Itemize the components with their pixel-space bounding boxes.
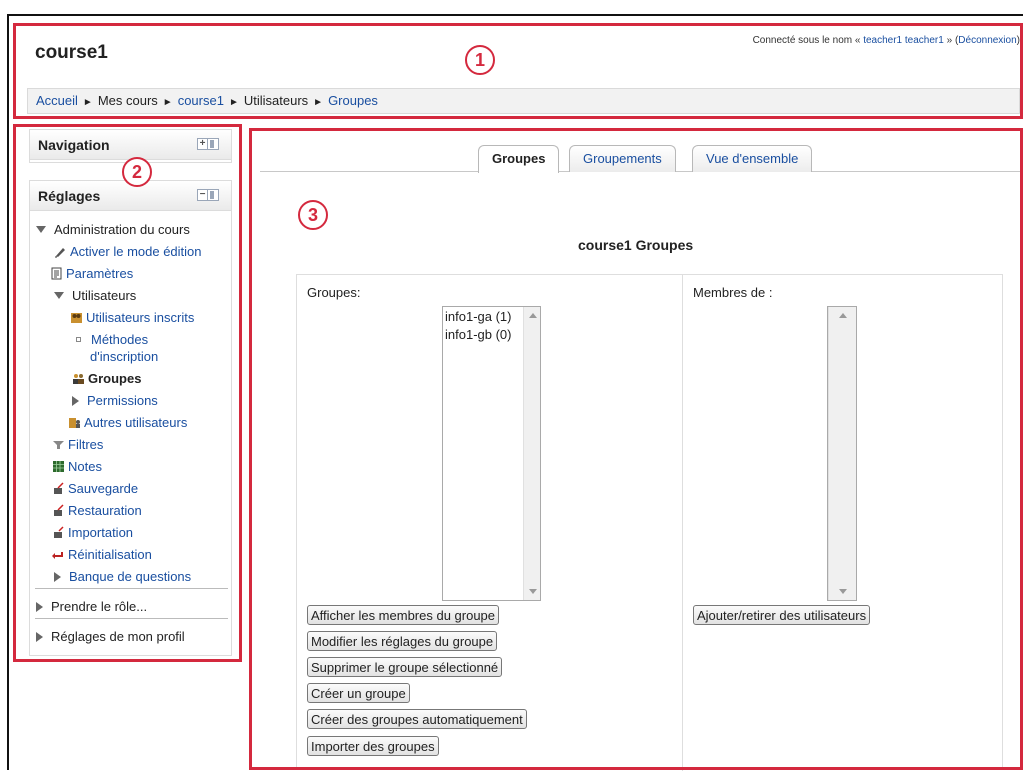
annotation-box-header — [13, 23, 1023, 119]
annotation-badge: 3 — [298, 200, 328, 230]
annotation-badge: 2 — [122, 157, 152, 187]
annotation-badge: 1 — [465, 45, 495, 75]
frame-top-border — [7, 14, 1023, 16]
annotation-box-sidebar — [13, 124, 242, 662]
frame-left-border — [7, 14, 9, 770]
annotation-box-main — [249, 128, 1023, 770]
